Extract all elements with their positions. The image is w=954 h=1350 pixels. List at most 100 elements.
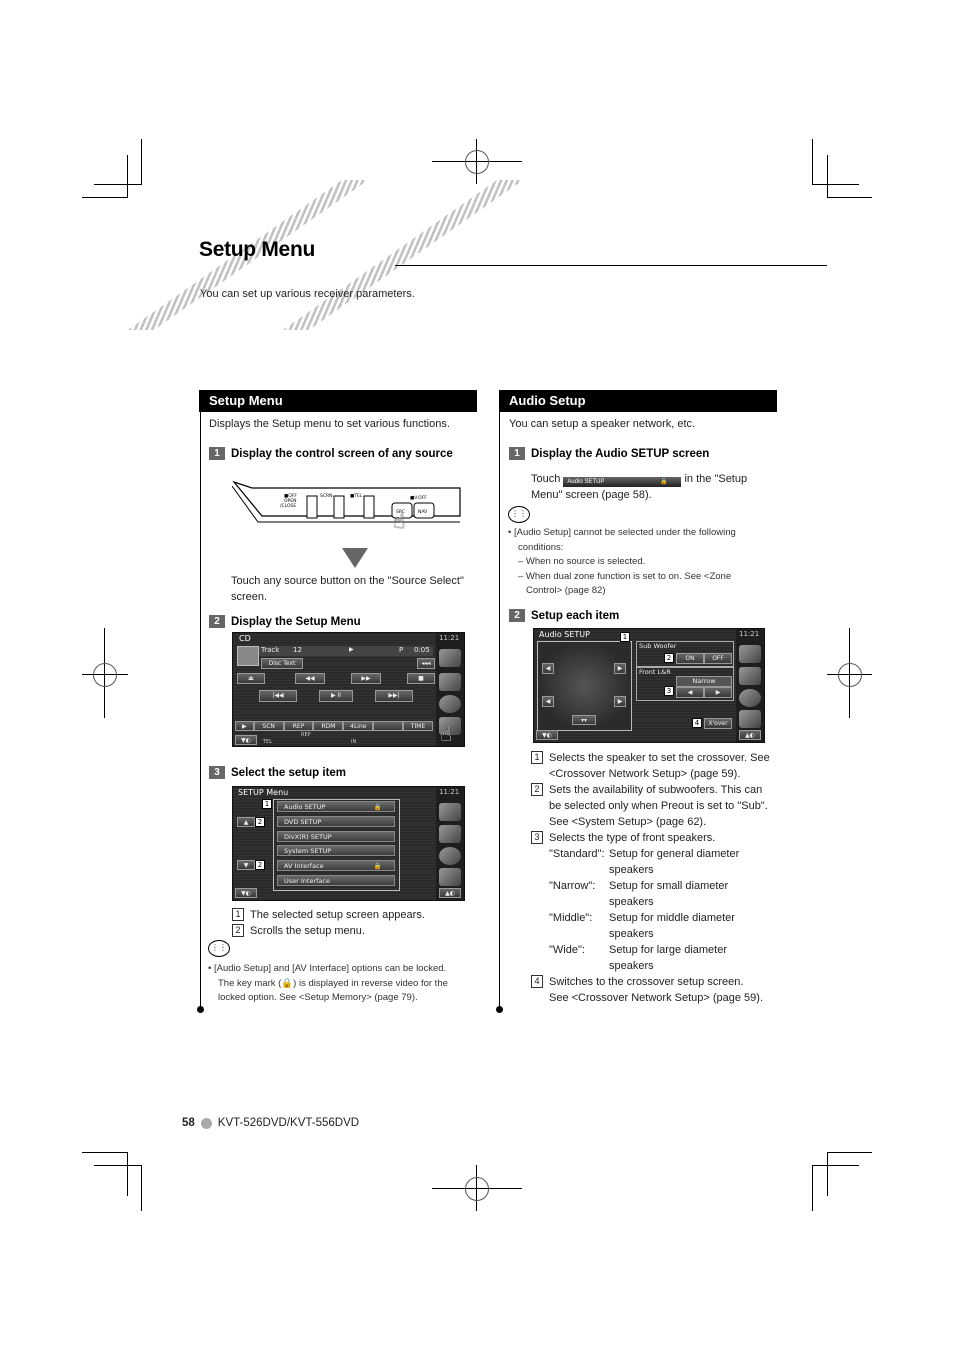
func-scan[interactable]: SCN xyxy=(253,721,284,731)
page-number: 58 xyxy=(182,1117,195,1129)
right-note-3: 3 Selects the type of front speakers. xyxy=(531,830,715,846)
cd-control-screen: CD 11:21 Track 12 ▶ P 0:05 Disc Text ◂◂◂… xyxy=(232,632,465,747)
svg-text:/CLOSE: /CLOSE xyxy=(280,503,296,509)
rewind-button[interactable]: ◀◀ xyxy=(295,673,325,684)
setup-menu-screen: SETUP Menu 11:21 ▲◐ Audio SETUP 🔒 DVD SET… xyxy=(232,786,465,901)
menu-item-dvd-setup[interactable]: DVD SETUP xyxy=(277,816,395,827)
prev-text-button[interactable]: ◂◂◂ xyxy=(417,658,435,669)
sidebar-setup-icon[interactable] xyxy=(739,710,761,728)
screen-toggle-button[interactable]: ▲◐ xyxy=(739,730,761,740)
right-column-end-dot xyxy=(496,1006,503,1013)
right-step-2: 2 Setup each item xyxy=(509,609,619,622)
left-note-2: 2 Scrolls the setup menu. xyxy=(232,923,365,939)
front-type-prev-button[interactable]: ◀ xyxy=(676,687,704,698)
sidebar-setup-icon[interactable] xyxy=(439,868,461,886)
screen-toggle-button[interactable]: ▼◐ xyxy=(235,735,257,745)
page-footer: 58 KVT-526DVD/KVT-556DVD xyxy=(182,1115,359,1131)
page-title: Setup Menu xyxy=(199,238,315,261)
footer-dot-icon xyxy=(200,1117,212,1129)
panel-button-g[interactable] xyxy=(333,495,345,519)
subwoofer-speaker-button[interactable]: ▾▾ xyxy=(572,715,596,725)
func-4line[interactable]: 4Line xyxy=(343,721,374,731)
right-column-rule xyxy=(499,390,500,1010)
left-step-2: 2 Display the Setup Menu xyxy=(209,615,361,628)
menu-item-system-setup[interactable]: System SETUP xyxy=(277,845,395,856)
menu-item-av-interface[interactable]: AV Interface 🔒 xyxy=(277,860,395,871)
audio-setup-description: You can setup a speaker network, etc. xyxy=(509,418,696,430)
callout-2: 2 xyxy=(255,860,265,870)
sidebar-icon-2[interactable] xyxy=(739,667,761,685)
lock-icon: 🔒 xyxy=(659,479,668,485)
status-rep: REP xyxy=(301,732,311,738)
scroll-up-button[interactable]: ▲ xyxy=(237,817,255,827)
panel-button-f[interactable] xyxy=(363,495,375,519)
panel-button-up[interactable] xyxy=(306,495,318,519)
left-note-1: 1 The selected setup screen appears. xyxy=(232,907,425,923)
sidebar-icon-1[interactable] xyxy=(439,803,461,821)
sidebar-icon-2[interactable] xyxy=(439,673,461,691)
touch-hand-icon: ☝ xyxy=(393,509,406,533)
clock: 11:21 xyxy=(439,788,460,796)
elapsed-time: 0:05 xyxy=(414,646,430,654)
sidebar-icon-3[interactable] xyxy=(439,695,461,713)
speaker-type-standard: "Standard": Setup for general diameter xyxy=(549,848,740,860)
setup-menu-description: Displays the Setup menu to set various f… xyxy=(209,418,450,430)
callout-1: 1 xyxy=(262,799,272,809)
right-note-2: 2 Sets the availability of subwoofers. Th… xyxy=(531,782,768,830)
sub-woofer-label: Sub Woofer xyxy=(639,642,677,650)
sidebar-icon-3[interactable] xyxy=(439,847,461,865)
clock: 11:21 xyxy=(439,634,460,642)
page-intro: You can set up various receiver paramete… xyxy=(200,288,415,300)
func-time[interactable]: TIME xyxy=(403,721,433,731)
sidebar-icon-1[interactable] xyxy=(439,649,461,667)
touch-hand-icon: ☝ xyxy=(440,722,453,746)
status-in: IN xyxy=(351,739,357,745)
clock: 11:21 xyxy=(739,630,760,638)
sub-woofer-on-button[interactable]: ON xyxy=(676,653,704,664)
lock-icon: 🔒 xyxy=(373,862,382,870)
stop-button[interactable]: ■ xyxy=(407,673,435,684)
right-note-1: 1 Selects the speaker to set the crossove… xyxy=(531,750,770,782)
sidebar-icon-1[interactable] xyxy=(739,645,761,663)
menu-item-divx-setup[interactable]: DivX(R) SETUP xyxy=(277,831,395,842)
screen-toggle-button[interactable]: ▼◐ xyxy=(536,730,558,740)
eject-button[interactable]: ⏏ xyxy=(237,673,265,684)
screen-source-label: CD xyxy=(239,634,251,643)
next-track-button[interactable]: ▶▶| xyxy=(375,690,413,702)
screen-toggle-button[interactable]: ▼◐ xyxy=(235,888,257,898)
speaker-front-left-button[interactable]: ◀ xyxy=(542,663,554,674)
model-name: KVT-526DVD/KVT-556DVD xyxy=(217,1117,360,1129)
left-step-1: 1 Display the control screen of any sour… xyxy=(209,447,453,460)
disc-text-button[interactable]: Disc Text xyxy=(261,658,303,669)
func-play[interactable]: ▶ xyxy=(235,721,254,731)
audio-setup-section-header: Audio Setup xyxy=(499,390,777,412)
speaker-type-middle: "Middle": Setup for middle diameter xyxy=(549,912,735,924)
step-label: Select the setup item xyxy=(231,766,347,779)
scroll-down-button[interactable]: ▼ xyxy=(237,860,255,870)
sub-woofer-off-button[interactable]: OFF xyxy=(704,653,732,664)
speaker-rear-left-button[interactable]: ◀ xyxy=(542,696,554,707)
sidebar-icon-2[interactable] xyxy=(439,825,461,843)
front-type-next-button[interactable]: ▶ xyxy=(704,687,732,698)
screen-toggle-button[interactable]: ▲◐ xyxy=(439,888,461,898)
callout-1: 1 xyxy=(620,632,630,642)
speaker-rear-right-button[interactable]: ▶ xyxy=(614,696,626,707)
menu-item-audio-setup[interactable]: Audio SETUP 🔒 xyxy=(277,801,395,812)
menu-item-user-interface[interactable]: User Interface xyxy=(277,875,395,886)
func-repeat[interactable]: REP xyxy=(283,721,314,731)
callout-2: 2 xyxy=(255,817,265,827)
left-column-end-dot xyxy=(197,1006,204,1013)
fast-forward-button[interactable]: ▶▶ xyxy=(351,673,381,684)
xover-button[interactable]: X'over xyxy=(704,718,732,729)
play-pause-button[interactable]: ▶ II xyxy=(319,690,353,702)
func-random[interactable]: RDM xyxy=(313,721,344,731)
sidebar-icon-3[interactable] xyxy=(739,689,761,707)
func-blank[interactable] xyxy=(373,721,404,731)
status-tel: TEL xyxy=(263,739,272,745)
audio-setup-screen: Audio SETUP 11:21 ▲◐ ◀ ▶ ◀ ▶ ▾▾ 1 Sub Wo… xyxy=(533,628,765,743)
speaker-front-right-button[interactable]: ▶ xyxy=(614,663,626,674)
track-label: Track xyxy=(261,646,280,654)
previous-track-button[interactable]: |◀◀ xyxy=(259,690,297,702)
step-number: 3 xyxy=(209,766,225,779)
audio-setup-inline-button[interactable]: Audio SETUP 🔒 xyxy=(563,477,682,487)
